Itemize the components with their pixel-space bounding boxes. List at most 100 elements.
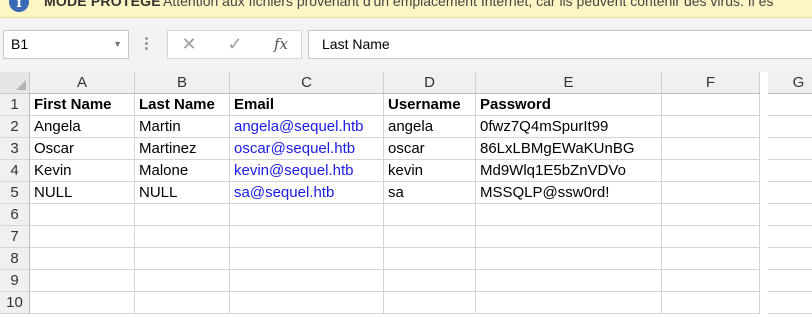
banner-title: MODE PROTÉGÉ <box>44 0 161 9</box>
cell-f8[interactable] <box>662 248 760 270</box>
column-header-e[interactable]: E <box>476 72 662 94</box>
cell-c6[interactable] <box>230 204 384 226</box>
cell-g3[interactable] <box>768 138 812 160</box>
cell-e5[interactable]: MSSQLP@ssw0rd! <box>476 182 662 204</box>
row-header-1[interactable]: 1 <box>0 94 30 116</box>
select-all-button[interactable] <box>0 72 30 94</box>
cell-b6[interactable] <box>135 204 230 226</box>
cell-g6[interactable] <box>768 204 812 226</box>
cell-b3[interactable]: Martinez <box>135 138 230 160</box>
cell-d7[interactable] <box>384 226 476 248</box>
row-header-3[interactable]: 3 <box>0 138 30 160</box>
cell-f4[interactable] <box>662 160 760 182</box>
cell-c3[interactable]: oscar@sequel.htb <box>230 138 384 160</box>
cell-b5[interactable]: NULL <box>135 182 230 204</box>
row-header-4[interactable]: 4 <box>0 160 30 182</box>
cell-d6[interactable] <box>384 204 476 226</box>
cell-e4[interactable]: Md9Wlq1E5bZnVDVo <box>476 160 662 182</box>
cell-b10[interactable] <box>135 292 230 314</box>
cell-c2[interactable]: angela@sequel.htb <box>230 116 384 138</box>
cell-e6[interactable] <box>476 204 662 226</box>
drag-handle-icon[interactable] <box>145 37 149 52</box>
cell-b9[interactable] <box>135 270 230 292</box>
cell-b1[interactable]: Last Name <box>135 94 230 116</box>
cell-a3[interactable]: Oscar <box>30 138 135 160</box>
cancel-icon[interactable]: ✕ <box>174 31 204 58</box>
cell-d1[interactable]: Username <box>384 94 476 116</box>
column-header-g[interactable]: G <box>768 72 812 94</box>
cell-d2[interactable]: angela <box>384 116 476 138</box>
insert-function-icon[interactable]: fx <box>266 31 296 58</box>
cell-f6[interactable] <box>662 204 760 226</box>
cell-c4[interactable]: kevin@sequel.htb <box>230 160 384 182</box>
row-header-6[interactable]: 6 <box>0 204 30 226</box>
cell-g2[interactable] <box>768 116 812 138</box>
cell-a1[interactable]: First Name <box>30 94 135 116</box>
cell-d10[interactable] <box>384 292 476 314</box>
cell-c7[interactable] <box>230 226 384 248</box>
cell-c1[interactable]: Email <box>230 94 384 116</box>
cell-b7[interactable] <box>135 226 230 248</box>
cell-c9[interactable] <box>230 270 384 292</box>
cell-f2[interactable] <box>662 116 760 138</box>
cell-b8[interactable] <box>135 248 230 270</box>
cell-a5[interactable]: NULL <box>30 182 135 204</box>
cell-e7[interactable] <box>476 226 662 248</box>
cell-a9[interactable] <box>30 270 135 292</box>
cell-b2[interactable]: Martin <box>135 116 230 138</box>
row-header-5[interactable]: 5 <box>0 182 30 204</box>
cell-c10[interactable] <box>230 292 384 314</box>
row-header-2[interactable]: 2 <box>0 116 30 138</box>
cell-g8[interactable] <box>768 248 812 270</box>
cell-d8[interactable] <box>384 248 476 270</box>
formula-input[interactable]: Last Name <box>308 30 812 59</box>
cell-f9[interactable] <box>662 270 760 292</box>
cell-f1[interactable] <box>662 94 760 116</box>
cell-a8[interactable] <box>30 248 135 270</box>
cell-e10[interactable] <box>476 292 662 314</box>
protected-view-banner: i MODE PROTÉGÉ Attention aux fichiers pr… <box>0 0 812 18</box>
row-header-8[interactable]: 8 <box>0 248 30 270</box>
column-header-d[interactable]: D <box>384 72 476 94</box>
cell-g4[interactable] <box>768 160 812 182</box>
cell-g10[interactable] <box>768 292 812 314</box>
cell-g9[interactable] <box>768 270 812 292</box>
row-header-9[interactable]: 9 <box>0 270 30 292</box>
cell-d3[interactable]: oscar <box>384 138 476 160</box>
cell-e9[interactable] <box>476 270 662 292</box>
column-header-b[interactable]: B <box>135 72 230 94</box>
cell-g1[interactable] <box>768 94 812 116</box>
formula-buttons: ✕ ✓ fx <box>167 30 302 59</box>
cell-b4[interactable]: Malone <box>135 160 230 182</box>
cell-e3[interactable]: 86LxLBMgEWaKUnBG <box>476 138 662 160</box>
info-icon: i <box>9 0 29 12</box>
cell-f3[interactable] <box>662 138 760 160</box>
chevron-down-icon[interactable]: ▼ <box>113 31 122 58</box>
row-header-10[interactable]: 10 <box>0 292 30 314</box>
enter-icon[interactable]: ✓ <box>220 31 250 58</box>
name-box[interactable]: B1 ▼ <box>3 30 129 59</box>
cell-e1[interactable]: Password <box>476 94 662 116</box>
cell-a6[interactable] <box>30 204 135 226</box>
cell-f7[interactable] <box>662 226 760 248</box>
cell-f10[interactable] <box>662 292 760 314</box>
cell-d9[interactable] <box>384 270 476 292</box>
cell-d4[interactable]: kevin <box>384 160 476 182</box>
cell-g5[interactable] <box>768 182 812 204</box>
cell-c5[interactable]: sa@sequel.htb <box>230 182 384 204</box>
cell-d5[interactable]: sa <box>384 182 476 204</box>
cell-e8[interactable] <box>476 248 662 270</box>
cell-c8[interactable] <box>230 248 384 270</box>
formula-bar: B1 ▼ ✕ ✓ fx Last Name <box>0 18 812 72</box>
cell-e2[interactable]: 0fwz7Q4mSpurIt99 <box>476 116 662 138</box>
cell-g7[interactable] <box>768 226 812 248</box>
column-header-f[interactable]: F <box>662 72 760 94</box>
column-header-a[interactable]: A <box>30 72 135 94</box>
cell-a10[interactable] <box>30 292 135 314</box>
cell-a2[interactable]: Angela <box>30 116 135 138</box>
cell-a7[interactable] <box>30 226 135 248</box>
cell-a4[interactable]: Kevin <box>30 160 135 182</box>
cell-f5[interactable] <box>662 182 760 204</box>
row-header-7[interactable]: 7 <box>0 226 30 248</box>
column-header-c[interactable]: C <box>230 72 384 94</box>
